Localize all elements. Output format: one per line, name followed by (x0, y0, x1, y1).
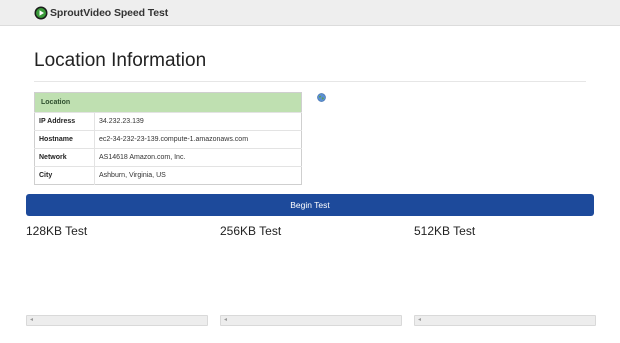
row-value-network: AS14618 Amazon.com, Inc. (94, 148, 302, 167)
page-title: Location Information (34, 50, 207, 71)
row-value-city: Ashburn, Virginia, US (94, 166, 302, 185)
table-row: Hostname ec2-34-232-23-139.compute-1.ama… (34, 130, 302, 149)
begin-test-button[interactable]: Begin Test (26, 194, 594, 216)
location-table-header: Location (34, 92, 302, 113)
progress-bar-512kb: ◂ (414, 315, 596, 326)
divider (34, 81, 586, 82)
play-icon (34, 6, 48, 20)
row-label-network: Network (34, 148, 95, 167)
test-title-512kb: 512KB Test (414, 224, 476, 238)
table-row: City Ashburn, Virginia, US (34, 166, 302, 185)
table-row: IP Address 34.232.23.139 (34, 112, 302, 131)
row-label-hostname: Hostname (34, 130, 95, 149)
globe-icon (317, 93, 326, 102)
test-title-256kb: 256KB Test (220, 224, 282, 238)
table-row: Network AS14618 Amazon.com, Inc. (34, 148, 302, 167)
test-128kb: 128KB Test (26, 224, 207, 238)
progress-bar-256kb: ◂ (220, 315, 402, 326)
test-512kb: 512KB Test (414, 224, 595, 238)
progress-handle-icon: ◂ (30, 317, 34, 323)
progress-handle-icon: ◂ (418, 317, 422, 323)
app-name: SproutVideo Speed Test (50, 7, 169, 19)
test-256kb: 256KB Test (220, 224, 401, 238)
progress-handle-icon: ◂ (224, 317, 228, 323)
progress-bar-128kb: ◂ (26, 315, 208, 326)
row-label-city: City (34, 166, 95, 185)
row-label-ip: IP Address (34, 112, 95, 131)
brand-logo[interactable]: SproutVideo Speed Test (34, 5, 168, 21)
row-value-hostname: ec2-34-232-23-139.compute-1.amazonaws.co… (94, 130, 302, 149)
row-value-ip: 34.232.23.139 (94, 112, 302, 131)
test-title-128kb: 128KB Test (26, 224, 88, 238)
location-table: Location IP Address 34.232.23.139 Hostna… (34, 92, 302, 185)
location-table-title: Location (41, 99, 71, 106)
top-bar: SproutVideo Speed Test (0, 0, 620, 26)
